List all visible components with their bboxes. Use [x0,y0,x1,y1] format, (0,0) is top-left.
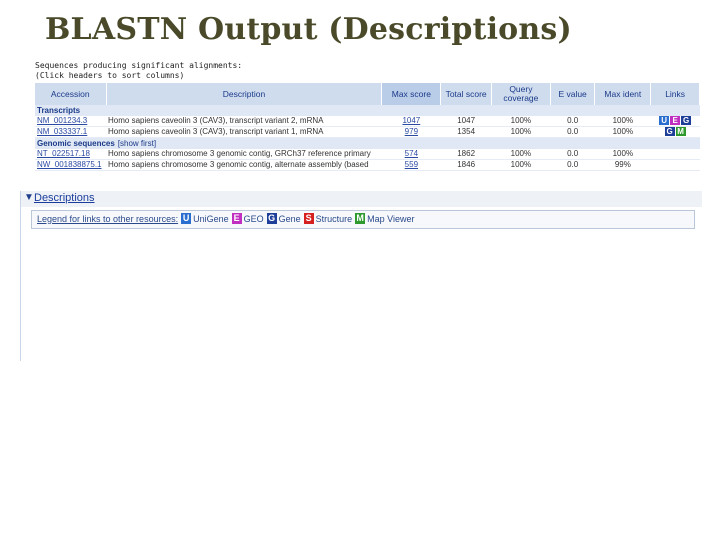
table-row: NM_033337.1 Homo sapiens caveolin 3 (CAV3… [35,126,700,138]
query-coverage-cell: 100% [491,149,551,160]
description-cell: Homo sapiens chromosome 3 genomic contig… [106,159,382,171]
col-query-coverage-header[interactable]: Query coverage [491,83,551,105]
group-header-row: Genomic sequences [show first] [35,137,700,149]
accession-link[interactable]: NM_033337.1 [35,126,106,138]
col-max-ident-header[interactable]: Max ident [594,83,652,105]
caption-line-1: Sequences producing significant alignmen… [35,61,243,70]
description-cell: Homo sapiens caveolin 3 (CAV3), transcri… [106,126,382,138]
group-label: Transcripts [37,105,81,115]
link-badges: GM [664,127,686,136]
max-ident-cell: 100% [594,116,651,127]
panel-header[interactable]: ▼ Descriptions [21,191,702,207]
legend-box: Legend for links to other resources: U U… [31,210,695,229]
results-body: Transcripts NM_001234.3 Homo sapiens caveo… [35,105,700,171]
descriptions-panel: ▼ Descriptions Legend for links to other… [20,191,702,361]
results-table: Accession Description Max score Total sc… [35,83,700,171]
legend-label: Legend for links to other resources: [37,213,179,224]
unigene-link-icon[interactable]: U [659,116,670,125]
query-coverage-cell: 100% [491,126,551,138]
e-value-cell: 0.0 [550,116,595,127]
descriptions-link[interactable]: Descriptions [34,192,95,204]
accession-link[interactable]: NM_001234.3 [35,116,106,127]
group-label: Genomic sequences [37,138,115,148]
e-value-cell: 0.0 [550,126,595,138]
group-header-cell: Genomic sequences [show first] [35,137,700,149]
legend-geo[interactable]: GEO [244,214,264,224]
table-row: NT_022517.18 Homo sapiens chromosome 3 ge… [35,149,700,160]
max-ident-cell: 100% [594,149,651,160]
description-cell: Homo sapiens chromosome 3 genomic contig… [106,149,382,160]
legend-unigene[interactable]: UniGene [193,214,229,224]
total-score-cell: 1047 [440,116,492,127]
max-ident-cell: 100% [594,126,651,138]
total-score-cell: 1862 [440,149,492,160]
accession-link[interactable]: NW_001838875.1 [35,159,106,171]
gene-link-icon[interactable]: G [664,127,675,136]
slide-title: BLASTN Output (Descriptions) [45,12,572,47]
geo-icon: E [231,213,242,224]
col-e-value-header[interactable]: E value [550,83,596,105]
max-ident-cell: 99% [594,159,651,171]
gene-icon: G [266,213,277,224]
group-header-cell: Transcripts [35,105,700,116]
links-cell [650,149,700,160]
gene-link-icon[interactable]: G [681,116,692,125]
max-score-link[interactable]: 574 [381,149,441,160]
max-score-link[interactable]: 979 [381,126,441,138]
collapse-triangle-icon[interactable]: ▼ [24,192,34,203]
results-caption: Sequences producing significant alignmen… [35,61,700,83]
col-max-score-header[interactable]: Max score [381,83,442,105]
col-accession-header[interactable]: Accession [35,83,107,105]
legend-gene[interactable]: Gene [279,214,301,224]
caption-line-2: (Click headers to sort columns) [35,71,185,80]
results-section: Sequences producing significant alignmen… [35,61,700,171]
map-viewer-icon: M [355,213,366,224]
table-row: NM_001234.3 Homo sapiens caveolin 3 (CAV3… [35,116,700,127]
description-cell: Homo sapiens caveolin 3 (CAV3), transcri… [106,116,382,127]
unigene-icon: U [181,213,192,224]
links-cell: UEG [650,116,700,127]
legend-structure[interactable]: Structure [316,214,353,224]
col-description-header[interactable]: Description [106,83,383,105]
max-score-link[interactable]: 559 [381,159,441,171]
legend: Legend for links to other resources: U U… [37,213,418,224]
col-links-header: Links [650,83,700,105]
table-row: NW_001838875.1 Homo sapiens chromosome 3 … [35,159,700,171]
total-score-cell: 1354 [440,126,492,138]
col-total-score-header[interactable]: Total score [440,83,492,105]
show-first-link[interactable]: [show first] [118,139,156,148]
accession-link[interactable]: NT_022517.18 [35,149,106,160]
links-cell: GM [650,126,700,138]
e-value-cell: 0.0 [550,149,595,160]
map-viewer-link-icon[interactable]: M [675,127,686,136]
group-header-row: Transcripts [35,105,700,116]
structure-icon: S [303,213,314,224]
max-score-link[interactable]: 1047 [381,116,441,127]
query-coverage-cell: 100% [491,159,551,171]
legend-map-viewer[interactable]: Map Viewer [367,214,414,224]
link-badges: UEG [659,116,692,125]
total-score-cell: 1846 [440,159,492,171]
table-header-row: Accession Description Max score Total sc… [35,83,700,105]
links-cell [650,159,700,171]
e-value-cell: 0.0 [550,159,595,171]
geo-link-icon[interactable]: E [670,116,681,125]
query-coverage-cell: 100% [491,116,551,127]
